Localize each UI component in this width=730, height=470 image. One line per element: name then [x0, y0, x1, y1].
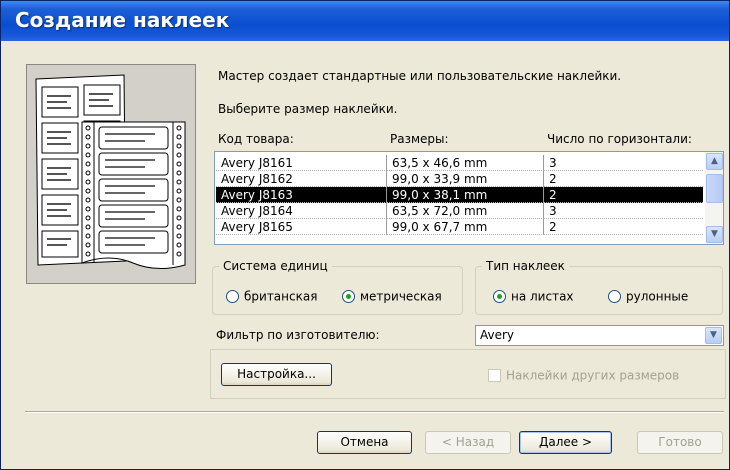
item-count: 2 — [544, 171, 703, 187]
item-code: Avery J8161 — [216, 155, 387, 171]
item-size: 63,5 x 46,6 mm — [387, 155, 544, 171]
radio-sheet-feed[interactable]: на листах — [493, 288, 574, 304]
chevron-down-icon[interactable]: ▼ — [705, 327, 722, 344]
item-size: 99,0 x 38,1 mm — [387, 187, 544, 203]
intro-text: Мастер создает стандартные или пользоват… — [218, 69, 622, 83]
item-code: Avery J8162 — [216, 171, 387, 187]
item-code: Avery J8163 — [216, 187, 387, 203]
item-size: 63,5 x 72,0 mm — [387, 203, 544, 219]
manufacturer-filter-label: Фильтр по изготовителю: — [216, 328, 380, 342]
separator — [25, 411, 724, 413]
item-count: 2 — [544, 219, 703, 235]
column-header-count: Число по горизонтали: — [547, 132, 692, 146]
window-title: Создание наклеек — [15, 8, 230, 32]
label-wizard-dialog: Создание наклеек Мастер создает стандарт… — [0, 0, 730, 470]
item-size: 99,0 x 33,9 mm — [387, 171, 544, 187]
list-item-selected[interactable]: Avery J8163 99,0 x 38,1 mm 2 — [216, 187, 703, 203]
radio-sheet-feed-icon — [493, 290, 506, 303]
manufacturer-filter-value: Avery — [480, 328, 515, 342]
list-item[interactable]: Avery J8164 63,5 x 72,0 mm 3 — [216, 203, 703, 219]
choose-size-text: Выберите размер наклейки. — [218, 102, 398, 116]
radio-continuous-icon — [608, 290, 621, 303]
list-item[interactable]: Avery J8165 99,0 x 67,7 mm 2 — [216, 219, 703, 235]
customize-button[interactable]: Настройка... — [221, 363, 332, 386]
finish-button[interactable]: Готово — [637, 431, 723, 454]
scroll-up-icon[interactable]: ▲ — [706, 153, 723, 170]
list-item[interactable]: Avery J8162 99,0 x 33,9 mm 2 — [216, 171, 703, 187]
title-bar: Создание наклеек — [1, 1, 729, 41]
manufacturer-filter-select[interactable]: Avery ▼ — [475, 325, 724, 346]
radio-metric[interactable]: метрическая — [342, 288, 442, 304]
item-code: Avery J8164 — [216, 203, 387, 219]
checkbox-icon — [488, 369, 501, 382]
labels-illustration — [26, 64, 196, 284]
label-type-legend: Тип наклеек — [486, 259, 565, 273]
radio-imperial[interactable]: британская — [226, 288, 317, 304]
radio-continuous[interactable]: рулонные — [608, 288, 688, 304]
item-count: 3 — [544, 203, 703, 219]
list-scrollbar[interactable]: ▲ ▼ — [705, 152, 723, 244]
item-count: 2 — [544, 187, 703, 203]
cancel-button[interactable]: Отмена — [317, 431, 412, 454]
item-count: 3 — [544, 155, 703, 171]
labels-sheet-icon — [35, 74, 186, 269]
radio-imperial-icon — [226, 290, 239, 303]
list-item[interactable]: Avery J8161 63,5 x 46,6 mm 3 — [216, 155, 703, 171]
show-custom-sizes-checkbox[interactable]: Наклейки других размеров — [488, 367, 679, 383]
radio-metric-icon — [342, 290, 355, 303]
column-header-size: Размеры: — [390, 132, 449, 146]
label-size-list[interactable]: Avery J8161 63,5 x 46,6 mm 3 Avery J8162… — [214, 151, 724, 245]
column-header-code: Код товара: — [218, 132, 294, 146]
scroll-thumb[interactable] — [706, 174, 723, 203]
units-group: Система единиц — [212, 259, 463, 315]
units-legend: Система единиц — [223, 259, 328, 273]
next-button[interactable]: Далее > — [519, 431, 612, 454]
item-code: Avery J8165 — [216, 219, 387, 235]
item-size: 99,0 x 67,7 mm — [387, 219, 544, 235]
label-type-group: Тип наклеек — [475, 259, 723, 315]
scroll-down-icon[interactable]: ▼ — [706, 226, 723, 243]
back-button[interactable]: < Назад — [425, 431, 511, 454]
